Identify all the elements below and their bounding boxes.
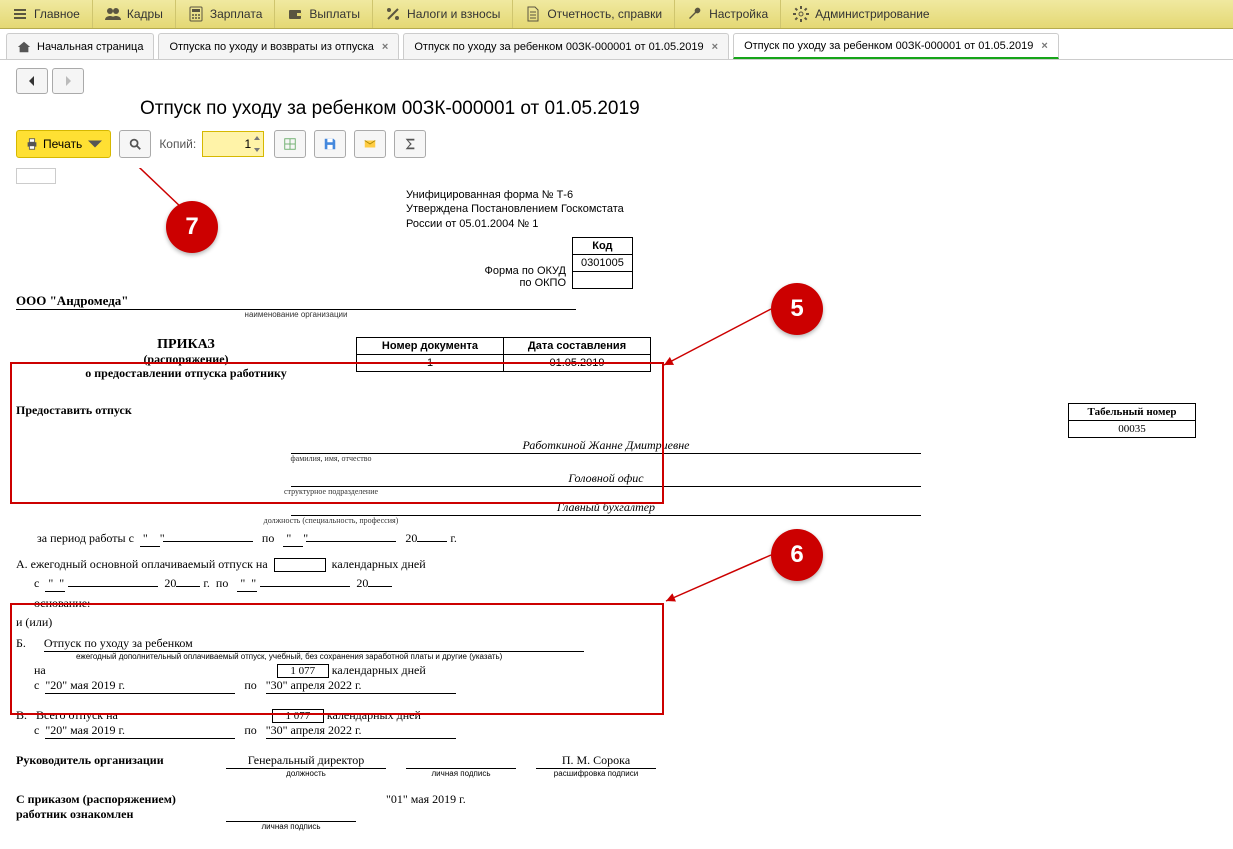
menu-reports[interactable]: Отчетность, справки (513, 0, 675, 28)
people-icon (105, 6, 121, 22)
close-icon[interactable]: × (1041, 40, 1047, 52)
mail-button[interactable] (354, 130, 386, 158)
gear-icon (793, 6, 809, 22)
total-days: 1 077 (272, 709, 324, 723)
callout-badge-7: 7 (166, 201, 218, 253)
menu-admin[interactable]: Администрирование (781, 0, 941, 28)
employee-name: Работкиной Жанне Дмитриевне (291, 438, 921, 454)
toolbar: Печать Копий: 1 (0, 130, 1233, 168)
nav-row (0, 60, 1233, 94)
save-button[interactable] (314, 130, 346, 158)
menu-icon (12, 6, 28, 22)
magnifier-icon (128, 137, 142, 151)
printer-icon (25, 137, 39, 151)
code-table: Код 0301005 (572, 237, 633, 289)
arrow-right-icon (62, 75, 74, 87)
floppy-icon (323, 137, 337, 151)
grid-icon (283, 137, 297, 151)
tab-leave-doc-1[interactable]: Отпуск по уходу за ребенком 00ЗК-000001 … (403, 33, 729, 59)
menu-salary[interactable]: Зарплата (176, 0, 276, 28)
menu-hr[interactable]: Кадры (93, 0, 176, 28)
okud-label: Форма по ОКУД (406, 265, 566, 277)
print-form: 7 5 6 Унифицированная форма № Т-6Утвержд… (16, 168, 1196, 831)
department: Головной офис (291, 471, 921, 487)
menu-taxes[interactable]: Налоги и взносы (373, 0, 513, 28)
wrench-icon (687, 6, 703, 22)
callout-badge-6: 6 (771, 529, 823, 581)
mail-icon (363, 137, 377, 151)
leave-type: Отпуск по уходу за ребенком (44, 636, 584, 652)
callout-badge-5: 5 (771, 283, 823, 335)
doc-meta-table: Номер документаДата составления 101.05.2… (356, 337, 651, 372)
preview-button[interactable] (119, 130, 151, 158)
section-b-to: "30" апреля 2022 г. (266, 678, 456, 694)
back-button[interactable] (16, 68, 48, 94)
section-b-days: 1 077 (277, 664, 329, 678)
spin-up[interactable] (251, 132, 263, 144)
tab-leave-list[interactable]: Отпуска по уходу и возвраты из отпуска× (158, 33, 399, 59)
org-sub: наименование организации (16, 310, 576, 319)
okpo-label: по ОКПО (406, 277, 566, 289)
ack-date: "01" мая 2019 г. (386, 792, 466, 822)
close-icon[interactable]: × (712, 41, 718, 53)
position: Главный бухгалтер (291, 500, 921, 516)
wallet-icon (287, 6, 303, 22)
sigma-icon (403, 137, 417, 151)
copies-input[interactable]: 1 (202, 131, 264, 157)
organization-name: ООО "Андромеда" (16, 293, 576, 310)
sigma-button[interactable] (394, 130, 426, 158)
order-heading: ПРИКАЗ (распоряжение) о предоставлении о… (16, 337, 356, 381)
menu-payments[interactable]: Выплаты (275, 0, 373, 28)
table-button[interactable] (274, 130, 306, 158)
top-menu: Главное Кадры Зарплата Выплаты Налоги и … (0, 0, 1233, 29)
form-standard-note: Унифицированная форма № Т-6Утверждена По… (406, 188, 624, 231)
menu-main[interactable]: Главное (0, 0, 93, 28)
tab-bar: Начальная страница Отпуска по уходу и во… (0, 29, 1233, 60)
tab-leave-doc-2[interactable]: Отпуск по уходу за ребенком 00ЗК-000001 … (733, 33, 1059, 59)
document-icon (525, 6, 541, 22)
head-label: Руководитель организации (16, 753, 226, 769)
menu-settings[interactable]: Настройка (675, 0, 781, 28)
close-icon[interactable]: × (382, 41, 388, 53)
page-title: Отпуск по уходу за ребенком 00ЗК-000001 … (140, 98, 1233, 120)
copies-label: Копий: (159, 137, 196, 151)
section-b-from: "20" мая 2019 г. (45, 678, 235, 694)
spin-down[interactable] (251, 144, 263, 156)
print-button[interactable]: Печать (16, 130, 111, 158)
tabnum-table: Табельный номер 00035 (1068, 403, 1196, 438)
percent-icon (385, 6, 401, 22)
home-icon (17, 40, 31, 54)
calculator-icon (188, 6, 204, 22)
tab-home[interactable]: Начальная страница (6, 33, 154, 59)
forward-button[interactable] (52, 68, 84, 94)
grant-label: Предоставить отпуск (16, 403, 1068, 438)
arrow-left-icon (26, 75, 38, 87)
chevron-down-icon (88, 137, 102, 151)
